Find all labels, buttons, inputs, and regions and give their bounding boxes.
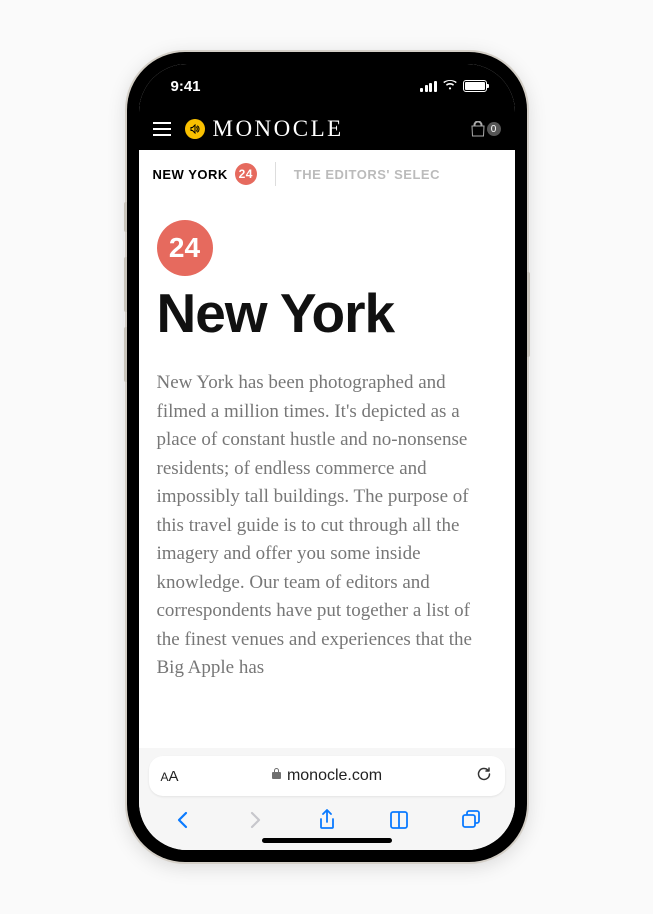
power-button xyxy=(527,272,530,357)
back-button[interactable] xyxy=(169,809,197,831)
status-time: 9:41 xyxy=(171,78,201,95)
subnav-primary[interactable]: NEW YORK 24 xyxy=(153,163,257,185)
url-display[interactable]: monocle.com xyxy=(179,767,475,785)
safari-url-bar: AA monocle.com xyxy=(139,748,515,802)
share-button[interactable] xyxy=(313,809,341,831)
volume-up-button xyxy=(124,257,127,312)
reload-button[interactable] xyxy=(475,765,493,788)
subnav: NEW YORK 24 THE EDITORS' SELEC xyxy=(139,150,515,198)
tabs-button[interactable] xyxy=(457,809,485,831)
brand-logo[interactable]: MONOCLE xyxy=(213,116,471,142)
url-domain: monocle.com xyxy=(287,767,382,785)
menu-button[interactable] xyxy=(153,122,171,136)
subnav-primary-label: NEW YORK xyxy=(153,167,228,182)
bookmarks-button[interactable] xyxy=(385,809,413,831)
site-header: MONOCLE 0 xyxy=(139,108,515,150)
bag-count-badge: 0 xyxy=(487,122,501,136)
lock-icon xyxy=(271,767,282,785)
wifi-icon xyxy=(442,78,458,95)
article-body: New York has been photographed and filme… xyxy=(157,369,497,683)
subnav-secondary[interactable]: THE EDITORS' SELEC xyxy=(294,167,440,182)
forward-button xyxy=(241,809,269,831)
screen: 9:41 MONOCLE 0 xyxy=(139,64,515,850)
volume-down-button xyxy=(124,327,127,382)
subnav-primary-badge: 24 xyxy=(235,163,257,185)
cellular-signal-icon xyxy=(420,81,437,92)
battery-icon xyxy=(463,80,487,92)
article-content[interactable]: 24 New York New York has been photograph… xyxy=(139,198,515,748)
subnav-separator xyxy=(275,162,276,186)
shopping-bag-button[interactable]: 0 xyxy=(471,121,501,137)
home-indicator[interactable] xyxy=(262,838,392,843)
status-right xyxy=(420,78,487,95)
article-title: New York xyxy=(157,286,497,341)
article-badge: 24 xyxy=(157,220,213,276)
ring-switch xyxy=(124,202,127,232)
logo-sound-icon[interactable] xyxy=(185,119,205,139)
text-size-button[interactable]: AA xyxy=(161,768,179,785)
url-pill[interactable]: AA monocle.com xyxy=(149,756,505,796)
notch xyxy=(252,64,402,94)
iphone-frame: 9:41 MONOCLE 0 xyxy=(127,52,527,862)
